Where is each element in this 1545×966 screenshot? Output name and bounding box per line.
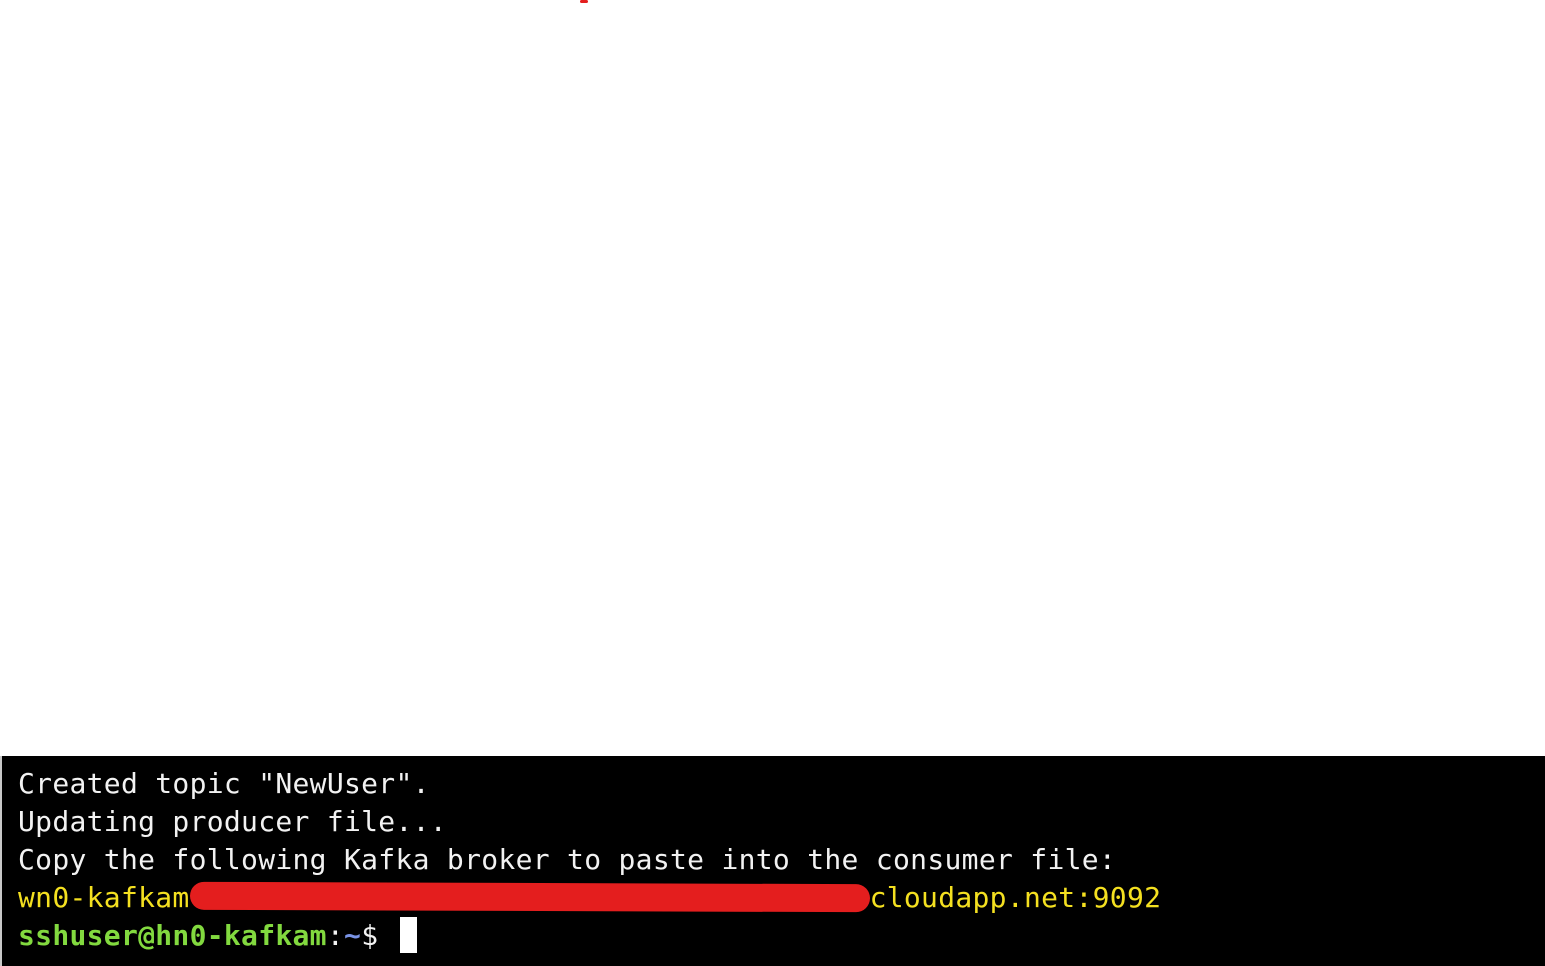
text-cursor[interactable] bbox=[399, 917, 417, 953]
prompt-colon: : bbox=[326, 919, 345, 952]
terminal-line: Created topic "NewUser". bbox=[18, 767, 430, 800]
terminal-window[interactable]: Created topic "NewUser". Updating produc… bbox=[0, 756, 1545, 966]
page: Created topic "NewUser". Updating produc… bbox=[0, 0, 1545, 966]
prompt-path: ~ bbox=[344, 919, 362, 952]
terminal-line: Copy the following Kafka broker to paste… bbox=[18, 843, 1117, 876]
redaction-mark bbox=[580, 0, 588, 3]
broker-suffix: cloudapp.net:9092 bbox=[869, 881, 1162, 914]
broker-address-line: wn0-kafkam cloudapp.net:9092 bbox=[18, 879, 1161, 917]
prompt-user-host: sshuser@hn0-kafkam bbox=[18, 919, 327, 952]
terminal-line: Updating producer file... bbox=[18, 805, 447, 838]
prompt-line[interactable]: sshuser@hn0-kafkam:~$ bbox=[18, 917, 417, 955]
redaction-scribble bbox=[189, 881, 870, 913]
broker-prefix: wn0-kafkam bbox=[18, 881, 190, 914]
prompt-symbol: $ bbox=[361, 919, 396, 952]
